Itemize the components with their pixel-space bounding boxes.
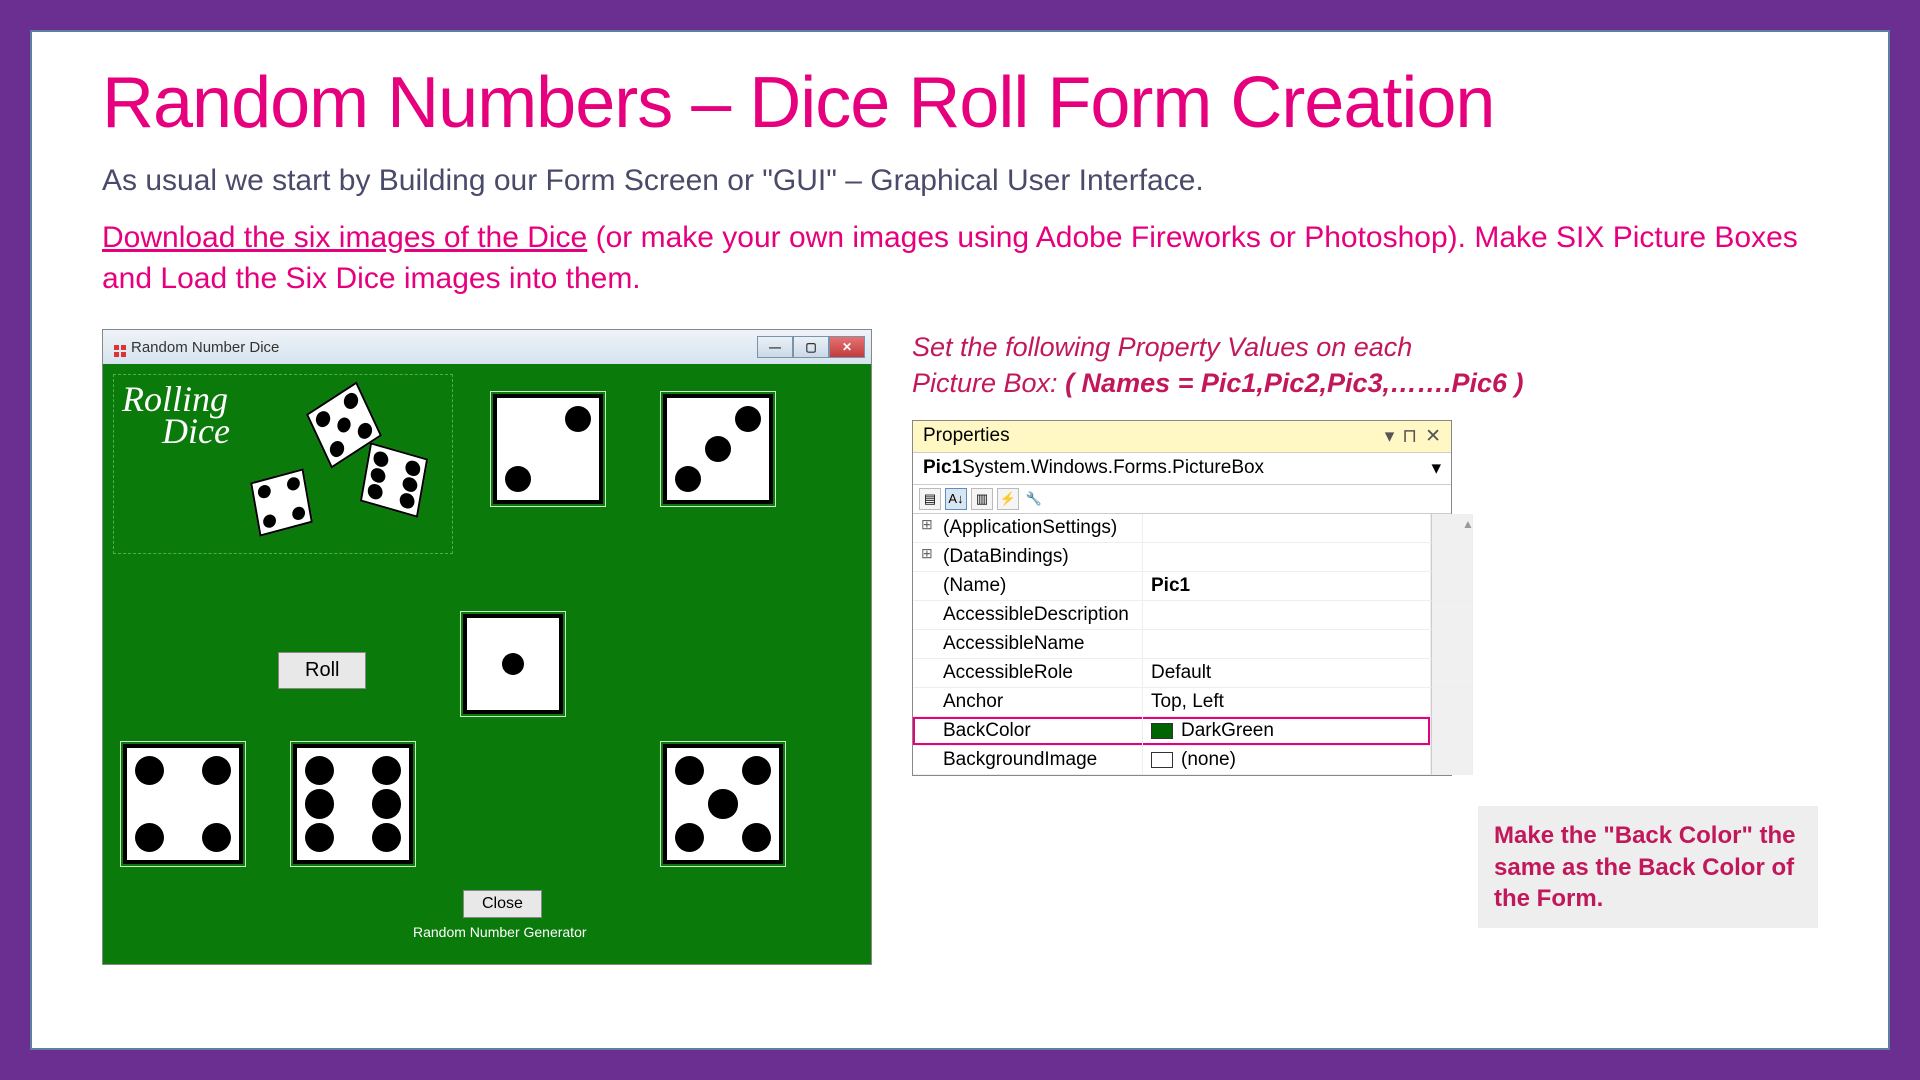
scrollbar-track[interactable]: [1431, 688, 1473, 717]
prop-value-cell[interactable]: Top, Left: [1143, 688, 1431, 717]
download-text: Download the six images of the Dice (or …: [102, 218, 1818, 299]
pic6-die-icon: [293, 744, 413, 864]
pic2-die-icon: [493, 394, 603, 504]
roll-button[interactable]: Roll: [278, 652, 366, 689]
dropdown-icon[interactable]: ▾: [1385, 425, 1395, 448]
scrollbar-track[interactable]: [1431, 717, 1473, 746]
instr-names: ( Names = Pic1,Pic2,Pic3,…….Pic6 ): [1065, 368, 1524, 398]
properties-title: Properties: [923, 425, 1010, 447]
properties-header: Properties ▾ ⊓ ✕: [913, 421, 1451, 453]
scrollbar-track[interactable]: [1431, 746, 1473, 775]
form-titlebar: Random Number Dice — ▢ ✕: [103, 330, 871, 364]
color-swatch-icon: [1151, 723, 1173, 739]
wrench-icon[interactable]: 🔧: [1023, 488, 1045, 510]
prop-value-cell[interactable]: [1143, 630, 1431, 659]
slide: Random Numbers – Dice Roll Form Creation…: [30, 30, 1890, 1050]
page-title: Random Numbers – Dice Roll Form Creation: [102, 62, 1818, 144]
prop-name-cell[interactable]: BackColor: [913, 717, 1143, 746]
prop-name-cell[interactable]: AccessibleRole: [913, 659, 1143, 688]
prop-value-cell[interactable]: DarkGreen: [1143, 717, 1431, 746]
logo-picturebox: Rolling Dice: [113, 374, 453, 554]
form-window: Random Number Dice — ▢ ✕ Rolling Dice: [102, 329, 872, 965]
close-window-button[interactable]: ✕: [829, 336, 865, 358]
pic4-die-icon: [123, 744, 243, 864]
prop-name-cell[interactable]: (DataBindings): [913, 543, 1143, 572]
form-icon: [109, 340, 123, 354]
logo-die-icon: [360, 442, 428, 518]
prop-name-cell[interactable]: AccessibleDescription: [913, 601, 1143, 630]
properties-panel: Properties ▾ ⊓ ✕ Pic1 System.Windows.For…: [912, 420, 1452, 776]
properties-grid: (ApplicationSettings)▲(DataBindings)(Nam…: [913, 514, 1451, 775]
property-pages-icon[interactable]: ▥: [971, 488, 993, 510]
prop-name-cell[interactable]: (ApplicationSettings): [913, 514, 1143, 543]
maximize-button[interactable]: ▢: [793, 336, 829, 358]
empty-swatch-icon: [1151, 752, 1173, 768]
selected-object-name: Pic1: [923, 457, 962, 479]
pic3-die-icon: [663, 394, 773, 504]
property-instructions: Set the following Property Values on eac…: [912, 329, 1818, 402]
chevron-down-icon: ▾: [1431, 457, 1441, 480]
logo-die-icon: [250, 468, 313, 536]
instr-line2a: Picture Box:: [912, 368, 1065, 398]
pic1-die-icon: [463, 614, 563, 714]
backcolor-callout: Make the "Back Color" the same as the Ba…: [1478, 806, 1818, 928]
prop-value-cell[interactable]: [1143, 543, 1431, 572]
form-body: Rolling Dice: [103, 364, 871, 964]
logo-text-2: Dice: [162, 415, 444, 447]
properties-object-selector[interactable]: Pic1 System.Windows.Forms.PictureBox ▾: [913, 453, 1451, 485]
form-title: Random Number Dice: [131, 339, 279, 356]
instr-line1: Set the following Property Values on eac…: [912, 332, 1412, 362]
properties-toolbar: ▤ A↓ ▥ ⚡ 🔧: [913, 485, 1451, 514]
intro-text: As usual we start by Building our Form S…: [102, 164, 1818, 198]
events-icon[interactable]: ⚡: [997, 488, 1019, 510]
alphabetical-icon[interactable]: A↓: [945, 488, 967, 510]
download-link[interactable]: Download the six images of the Dice: [102, 221, 587, 254]
scrollbar-track[interactable]: [1431, 630, 1473, 659]
prop-value-cell[interactable]: Pic1: [1143, 572, 1431, 601]
pic5-die-icon: [663, 744, 783, 864]
prop-value-cell[interactable]: [1143, 601, 1431, 630]
prop-value-cell[interactable]: [1143, 514, 1431, 543]
footer-label: Random Number Generator: [413, 924, 587, 940]
scrollbar-track[interactable]: [1431, 572, 1473, 601]
prop-name-cell[interactable]: AccessibleName: [913, 630, 1143, 659]
selected-object-type: System.Windows.Forms.PictureBox: [962, 457, 1264, 479]
window-buttons: — ▢ ✕: [757, 336, 865, 358]
close-panel-icon[interactable]: ✕: [1425, 425, 1441, 448]
close-button[interactable]: Close: [463, 890, 542, 918]
categorized-icon[interactable]: ▤: [919, 488, 941, 510]
scrollbar-track[interactable]: [1431, 543, 1473, 572]
scrollbar-track[interactable]: ▲: [1431, 514, 1473, 543]
prop-value-cell[interactable]: (none): [1143, 746, 1431, 775]
pin-icon[interactable]: ⊓: [1402, 425, 1417, 448]
minimize-button[interactable]: —: [757, 336, 793, 358]
prop-name-cell[interactable]: (Name): [913, 572, 1143, 601]
prop-value-cell[interactable]: Default: [1143, 659, 1431, 688]
scrollbar-track[interactable]: [1431, 601, 1473, 630]
prop-name-cell[interactable]: Anchor: [913, 688, 1143, 717]
prop-name-cell[interactable]: BackgroundImage: [913, 746, 1143, 775]
scrollbar-track[interactable]: [1431, 659, 1473, 688]
